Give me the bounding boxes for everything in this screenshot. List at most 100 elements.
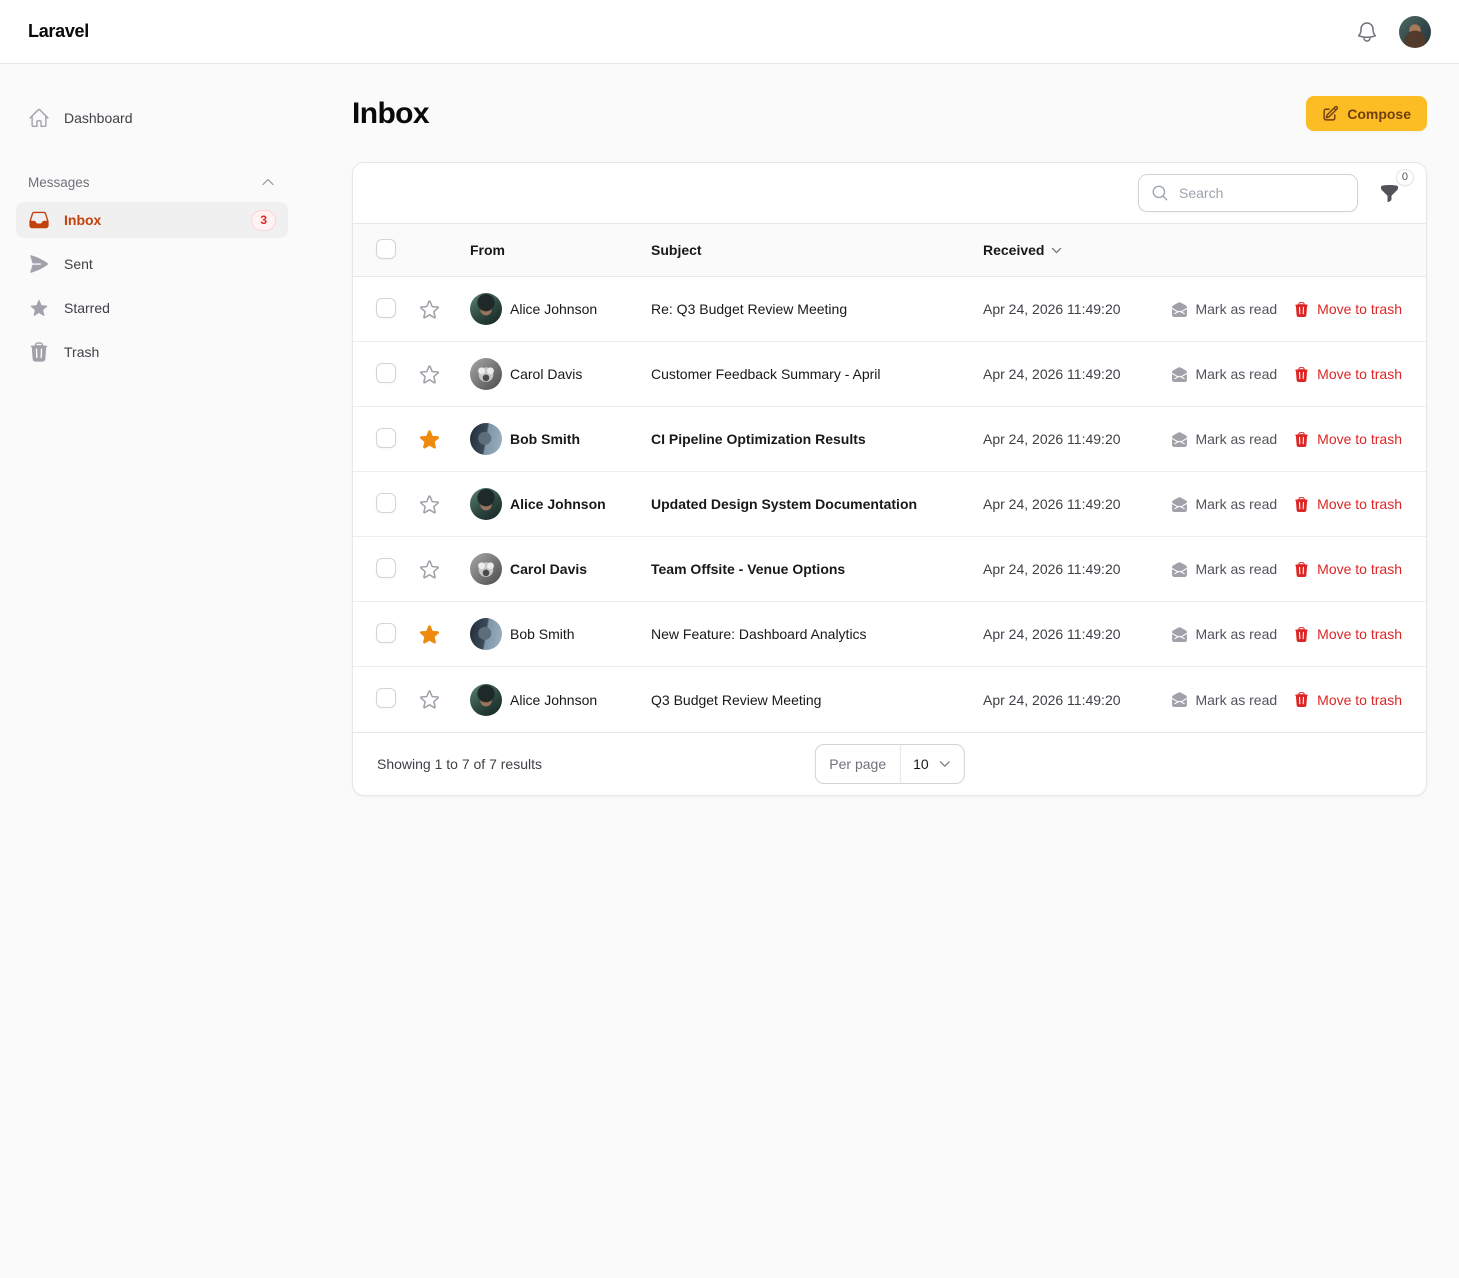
column-header-subject[interactable]: Subject: [645, 242, 976, 258]
envelope-open-icon: [1171, 561, 1188, 578]
sender-avatar: [470, 488, 502, 520]
mark-as-read-label: Mark as read: [1195, 561, 1278, 577]
table-row[interactable]: Alice Johnson Updated Design System Docu…: [353, 472, 1426, 537]
email-subject: New Feature: Dashboard Analytics: [651, 626, 867, 642]
mark-as-read-label: Mark as read: [1195, 691, 1278, 708]
bell-icon: [1355, 20, 1379, 44]
mark-as-read-button[interactable]: Mark as read: [1171, 496, 1277, 513]
mark-as-read-button[interactable]: Mark as read: [1171, 366, 1277, 383]
table-row[interactable]: Alice Johnson Q3 Budget Review Meeting A…: [353, 667, 1426, 732]
app-logo: Laravel: [28, 21, 89, 41]
received-timestamp: Apr 24, 2026 11:49:20: [983, 496, 1121, 512]
move-to-trash-button[interactable]: Move to trash: [1293, 561, 1402, 578]
page-header: Inbox Compose: [352, 96, 1427, 131]
envelope-open-icon: [1171, 431, 1188, 448]
sidebar-messages-list: Inbox 3 Sent Starred Trash: [16, 202, 288, 370]
table-row[interactable]: Bob Smith CI Pipeline Optimization Resul…: [353, 407, 1426, 472]
email-subject: Team Offsite - Venue Options: [651, 561, 846, 577]
mark-as-read-label: Mark as read: [1195, 496, 1278, 512]
sidebar-item-label: Inbox: [64, 212, 102, 228]
chevron-up-icon: [260, 174, 276, 190]
move-to-trash-button[interactable]: Move to trash: [1293, 366, 1402, 383]
sender-avatar: [470, 293, 502, 325]
main-content: Inbox Compose Search 0 From Subject Rece…: [304, 64, 1459, 828]
table-row[interactable]: Carol Davis Team Offsite - Venue Options…: [353, 537, 1426, 602]
sender-avatar: [470, 553, 502, 585]
table-footer: Showing 1 to 7 of 7 results Per page 10: [353, 732, 1426, 795]
mark-as-read-button[interactable]: Mark as read: [1171, 431, 1277, 448]
sender-name: Bob Smith: [510, 626, 575, 642]
move-to-trash-button[interactable]: Move to trash: [1293, 626, 1402, 643]
table-row[interactable]: Alice Johnson Re: Q3 Budget Review Meeti…: [353, 277, 1426, 342]
mark-as-read-button[interactable]: Mark as read: [1171, 561, 1277, 578]
sidebar-item-starred[interactable]: Starred: [16, 290, 288, 326]
mark-as-read-button[interactable]: Mark as read: [1171, 626, 1277, 643]
table-row[interactable]: Carol Davis Customer Feedback Summary - …: [353, 342, 1426, 407]
compose-button[interactable]: Compose: [1306, 96, 1427, 131]
filter-count-badge: 0: [1395, 169, 1414, 186]
table-row[interactable]: Bob Smith New Feature: Dashboard Analyti…: [353, 602, 1426, 667]
sidebar-item-sent[interactable]: Sent: [16, 246, 288, 282]
trash-icon: [1293, 691, 1310, 708]
move-to-trash-label: Move to trash: [1317, 496, 1402, 512]
inbox-table-card: 0 From Subject Received: [352, 162, 1427, 796]
sender-name: Carol Davis: [510, 561, 588, 577]
move-to-trash-button[interactable]: Move to trash: [1293, 431, 1402, 448]
star-toggle-icon[interactable]: [418, 363, 441, 386]
row-checkbox[interactable]: [376, 622, 396, 643]
mark-as-read-button[interactable]: Mark as read: [1171, 301, 1277, 318]
column-header-from[interactable]: From: [449, 242, 645, 258]
chevron-down-icon: [938, 757, 952, 771]
received-timestamp: Apr 24, 2026 11:49:20: [983, 366, 1121, 382]
select-all-checkbox[interactable]: [376, 238, 396, 259]
chevron-down-icon: [1050, 244, 1063, 257]
received-timestamp: Apr 24, 2026 11:49:20: [983, 691, 1121, 708]
table-rows: Alice Johnson Re: Q3 Budget Review Meeti…: [353, 277, 1426, 732]
star-toggle-icon[interactable]: [418, 688, 441, 711]
row-checkbox[interactable]: [376, 362, 396, 383]
filter-control: 0: [1368, 169, 1414, 214]
group-collapse-button[interactable]: [260, 174, 276, 190]
sidebar-item-label: Trash: [64, 344, 100, 360]
row-checkbox[interactable]: [376, 427, 396, 448]
move-to-trash-button[interactable]: Move to trash: [1293, 691, 1402, 708]
sidebar-item-trash[interactable]: Trash: [16, 334, 288, 370]
column-header-received[interactable]: Received: [976, 242, 1166, 258]
star-toggle-icon[interactable]: [418, 298, 441, 321]
trash-icon: [28, 341, 50, 363]
sidebar-item-label: Sent: [64, 256, 93, 272]
trash-icon: [1293, 431, 1310, 448]
star-toggle-icon[interactable]: [418, 493, 441, 516]
star-toggle-icon[interactable]: [418, 623, 441, 646]
row-checkbox[interactable]: [376, 297, 396, 318]
envelope-open-icon: [1171, 366, 1188, 383]
per-page-select[interactable]: 10: [901, 745, 964, 783]
sender-name: Carol Davis: [510, 366, 583, 382]
user-avatar[interactable]: [1399, 15, 1431, 48]
inbox-icon: [28, 209, 50, 231]
row-checkbox[interactable]: [376, 557, 396, 578]
envelope-open-icon: [1171, 301, 1188, 318]
star-toggle-icon[interactable]: [418, 558, 441, 581]
move-to-trash-button[interactable]: Move to trash: [1293, 301, 1402, 318]
star-toggle-icon[interactable]: [418, 428, 441, 451]
mark-as-read-button[interactable]: Mark as read: [1171, 691, 1277, 708]
move-to-trash-button[interactable]: Move to trash: [1293, 496, 1402, 513]
mark-as-read-label: Mark as read: [1195, 301, 1278, 317]
sidebar-item-dashboard[interactable]: Dashboard: [16, 100, 288, 136]
pencil-square-icon: [1322, 105, 1339, 122]
sidebar-item-label: Starred: [64, 300, 110, 316]
envelope-open-icon: [1171, 691, 1188, 708]
layout: Dashboard Messages Inbox 3 Sent Starred …: [0, 64, 1459, 828]
page-title: Inbox: [352, 96, 430, 130]
email-subject: Updated Design System Documentation: [651, 496, 918, 512]
row-checkbox[interactable]: [376, 688, 396, 708]
table-toolbar: 0: [353, 163, 1426, 223]
row-checkbox[interactable]: [376, 492, 396, 513]
trash-icon: [1293, 626, 1310, 643]
sidebar-item-inbox[interactable]: Inbox 3: [16, 202, 288, 238]
notifications-button[interactable]: [1355, 20, 1379, 44]
search-input[interactable]: [1177, 184, 1345, 202]
sidebar-group-label: Messages: [28, 174, 90, 190]
email-subject: Re: Q3 Budget Review Meeting: [651, 301, 848, 317]
